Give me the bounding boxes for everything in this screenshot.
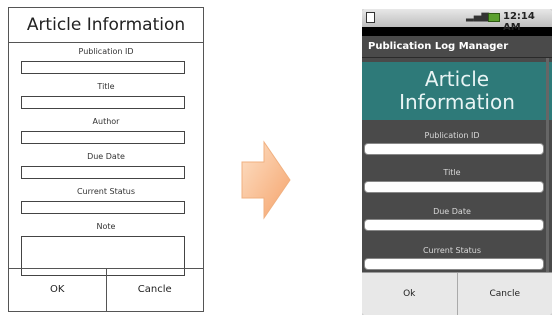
status-bar: ▂▄▆ 12:14 AM [362,9,552,33]
cancel-button[interactable]: Cancle [456,273,553,315]
ok-button[interactable]: Ok [362,273,457,315]
label-current-status: Current Status [422,246,482,255]
phone-button-bar: Ok Cancle [362,272,552,315]
wireframe-ok-button[interactable]: OK [9,269,106,311]
wireframe-title-field[interactable] [21,96,185,109]
label-title: Title [443,168,461,177]
wireframe-title: Article Information [9,8,203,43]
wireframe-label-publication-id: Publication ID [78,47,134,56]
label-publication-id: Publication ID [424,131,480,140]
publication-id-input[interactable] [364,143,544,155]
signal-icon: ▂▄▆ [466,11,490,22]
wireframe-due-date-field[interactable] [21,166,185,179]
wireframe-label-current-status: Current Status [76,187,136,196]
dialog-title: Publication Log Manager [368,41,509,52]
status-time: 12:14 AM [503,11,535,33]
dialog: Publication Log Manager Article Informat… [362,36,552,315]
wireframe-button-bar: OK Cancle [9,268,203,311]
wireframe-mockup: Article Information Publication ID Title… [8,7,204,312]
sd-card-icon [366,12,375,23]
right-arrow-icon [241,140,291,220]
title-input[interactable] [364,181,544,193]
header-line-1: Article [424,67,490,91]
scrollbar[interactable] [546,58,549,278]
battery-icon [488,13,500,22]
wireframe-label-due-date: Due Date [87,152,125,161]
wireframe-publication-id-field[interactable] [21,61,185,74]
wireframe-label-author: Author [92,117,120,126]
wireframe-current-status-field[interactable] [21,201,185,214]
due-date-input[interactable] [364,219,544,231]
wireframe-label-title: Title [97,82,115,91]
divider [362,57,552,58]
wireframe-cancel-button[interactable]: Cancle [105,269,204,311]
phone-screen: ▂▄▆ 12:14 AM Publication Log Manager Art… [362,9,552,315]
current-status-input[interactable] [364,258,544,270]
wireframe-author-field[interactable] [21,131,185,144]
label-due-date: Due Date [433,207,471,216]
article-information-header: Article Information [362,62,552,120]
header-line-2: Information [399,90,515,114]
wireframe-label-note: Note [96,222,116,231]
